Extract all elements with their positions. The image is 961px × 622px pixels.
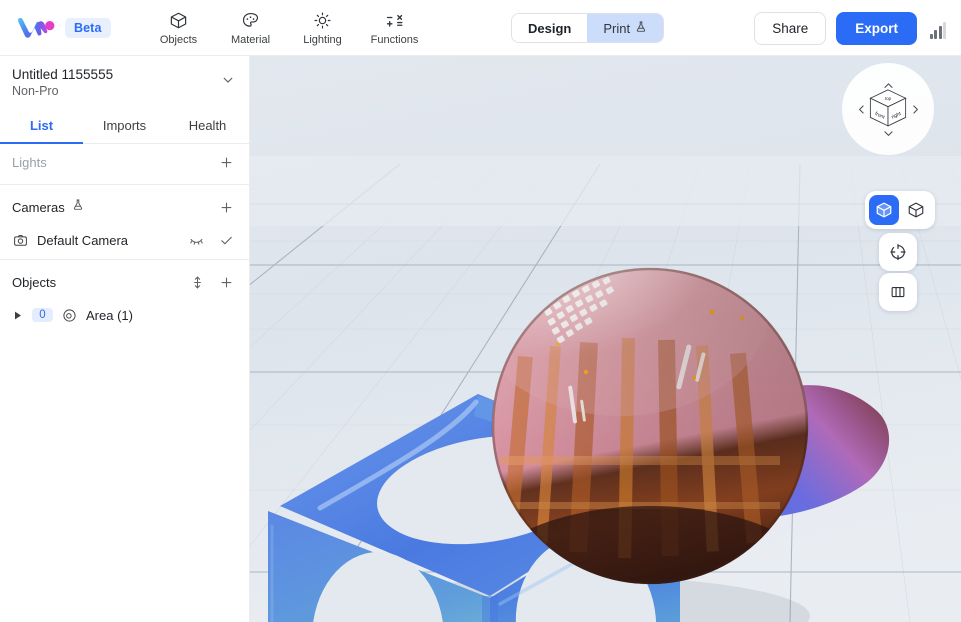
list-item-object[interactable]: 0 Area (1) — [0, 300, 249, 330]
section-title-cameras: Cameras — [12, 199, 65, 215]
beta-badge: Beta — [65, 17, 111, 38]
print-label: Print — [603, 20, 631, 36]
grid-columns-icon[interactable] — [883, 277, 913, 307]
wireframe-cube-icon[interactable] — [901, 195, 931, 225]
tab-imports[interactable]: Imports — [83, 108, 166, 143]
viewport-3d[interactable]: front right top — [250, 56, 961, 622]
tab-label: Imports — [102, 118, 147, 133]
grid-group — [879, 273, 917, 311]
project-title: Untitled 1155555 — [12, 66, 114, 82]
nav-tool-label: Lighting — [303, 34, 342, 46]
sort-vertical-icon[interactable] — [186, 271, 208, 293]
app-root: Beta Objects Material Lighting Functions… — [0, 0, 961, 622]
focus-group — [879, 233, 917, 271]
section-title-lights: Lights — [12, 154, 47, 170]
math-operators-icon — [385, 9, 405, 31]
tab-design[interactable]: Design — [512, 14, 588, 42]
cube-icon — [169, 9, 188, 31]
brand[interactable]: Beta — [0, 14, 111, 42]
eye-closed-icon[interactable] — [185, 229, 207, 251]
chevron-left-icon[interactable] — [852, 100, 870, 118]
camera-label: Default Camera — [37, 232, 129, 248]
divider — [0, 184, 249, 185]
section-title-objects: Objects — [12, 274, 57, 290]
signal-bars-icon[interactable] — [927, 17, 949, 39]
project-selector[interactable]: Untitled 1155555 Non-Pro — [0, 56, 249, 108]
chevron-down-icon — [221, 73, 235, 92]
top-right-actions: Share Export — [754, 0, 949, 56]
divider — [0, 259, 249, 260]
flask-icon — [635, 20, 647, 36]
tab-print[interactable]: Print — [587, 14, 664, 42]
palette-icon — [241, 9, 260, 31]
tab-list[interactable]: List — [0, 108, 83, 144]
view-mode-group — [865, 191, 935, 229]
focus-target-icon[interactable] — [883, 237, 913, 267]
section-cameras: Cameras — [0, 189, 249, 225]
nav-tool-label: Objects — [159, 34, 198, 46]
sidebar: Untitled 1155555 Non-Pro List Imports He… — [0, 56, 250, 622]
share-button[interactable]: Share — [754, 11, 827, 45]
tab-health[interactable]: Health — [166, 108, 249, 143]
nav-tool-lighting[interactable]: Lighting — [287, 2, 359, 54]
target-circle-icon — [61, 307, 78, 324]
add-light-button[interactable] — [215, 151, 237, 173]
sun-icon — [313, 9, 332, 31]
project-plan: Non-Pro — [12, 83, 59, 98]
nav-tool-material[interactable]: Material — [215, 2, 287, 54]
solid-cube-icon[interactable] — [869, 195, 899, 225]
add-camera-button[interactable] — [215, 196, 237, 218]
add-object-button[interactable] — [215, 271, 237, 293]
camera-icon — [12, 232, 29, 249]
export-button[interactable]: Export — [836, 11, 917, 45]
tab-label: Health — [188, 118, 227, 133]
design-label: Design — [528, 20, 572, 36]
sidebar-tabs: List Imports Health — [0, 108, 249, 144]
tab-label: List — [29, 118, 54, 133]
triangle-right-icon[interactable] — [12, 311, 24, 320]
cube-face-top: top — [885, 96, 892, 101]
logo-w-icon — [18, 17, 55, 38]
chevron-up-icon[interactable] — [879, 76, 897, 94]
nav-tool-label: Functions — [370, 34, 419, 46]
top-nav-tools: Objects Material Lighting Functions — [143, 2, 431, 54]
section-objects: Objects — [0, 264, 249, 300]
list-item-camera[interactable]: Default Camera — [0, 225, 249, 255]
nav-tool-objects[interactable]: Objects — [143, 2, 215, 54]
mode-toggle: Design Print — [511, 13, 665, 43]
object-index-badge: 0 — [32, 308, 53, 322]
section-lights: Lights — [0, 144, 249, 180]
check-icon[interactable] — [215, 229, 237, 251]
top-bar: Beta Objects Material Lighting Functions… — [0, 0, 961, 56]
nav-tool-label: Material — [230, 34, 271, 46]
object-label: Area (1) — [86, 307, 133, 323]
nav-tool-functions[interactable]: Functions — [359, 2, 431, 54]
project-text: Untitled 1155555 Non-Pro — [12, 66, 221, 99]
chevron-right-icon[interactable] — [906, 100, 924, 118]
navigation-cube-widget[interactable]: front right top — [842, 63, 934, 155]
chevron-down-icon[interactable] — [879, 124, 897, 142]
flask-icon — [72, 198, 84, 216]
